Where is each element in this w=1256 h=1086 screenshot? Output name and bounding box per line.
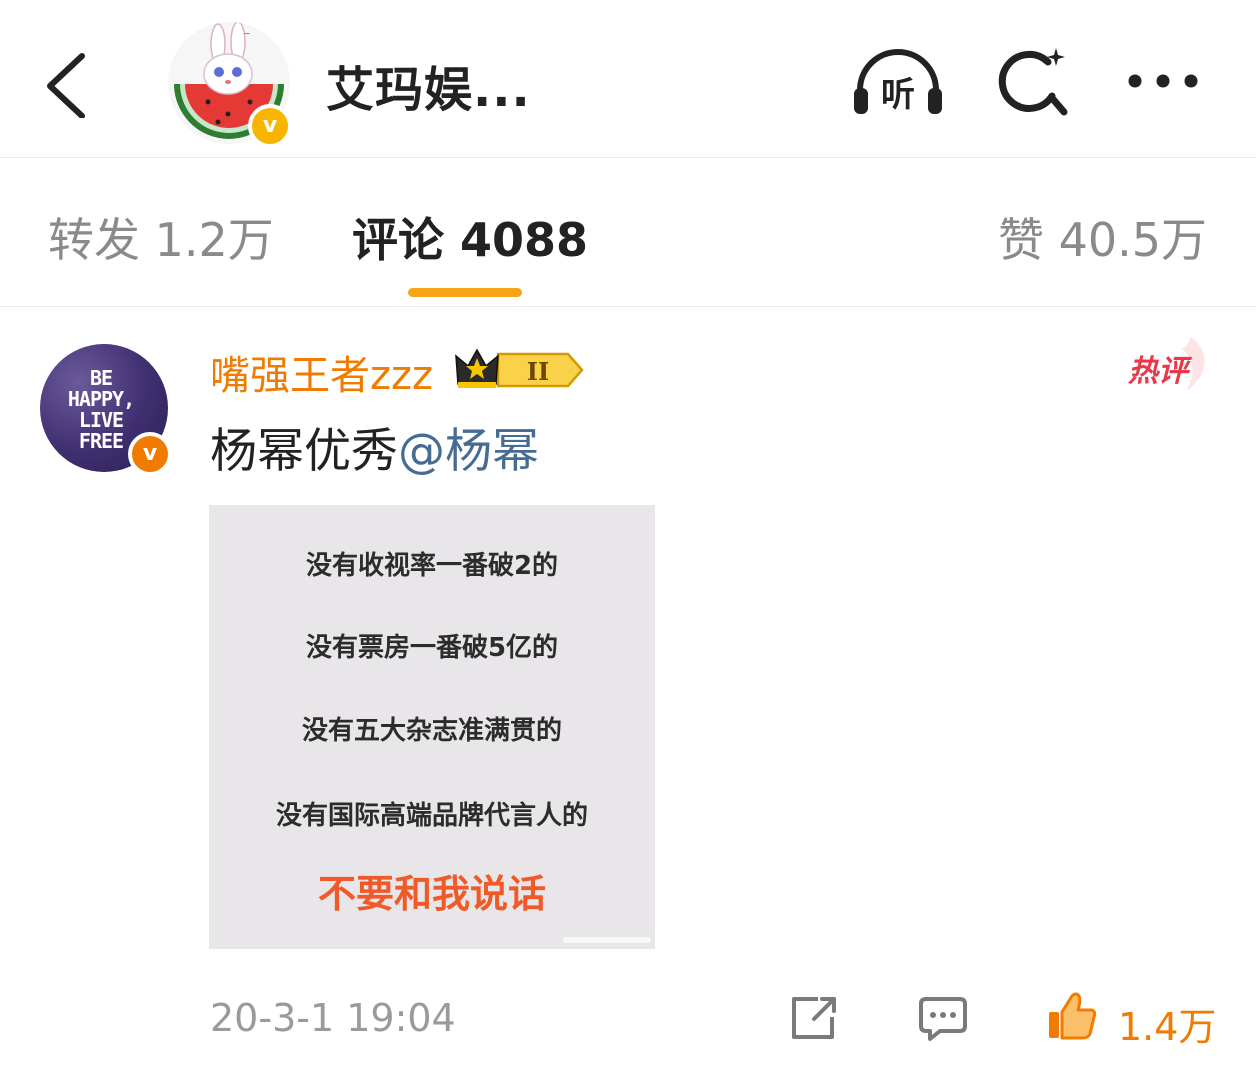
image-text-line: 没有收视率一番破2的 — [305, 551, 559, 581]
share-button[interactable] — [790, 995, 838, 1045]
comment-body: 杨幂优秀 — [210, 424, 398, 479]
verified-badge-icon: v — [248, 104, 292, 148]
more-dots-icon — [1128, 74, 1198, 88]
image-highlight-line: 不要和我说话 — [317, 872, 546, 916]
tab-bar: 转发 1.2万 评论 4088 赞 40.5万 — [0, 158, 1256, 307]
mention-link[interactable]: @杨幂 — [398, 424, 539, 479]
account-avatar[interactable]: ~ v — [168, 22, 292, 148]
search-button[interactable] — [996, 44, 1072, 124]
search-icon — [998, 48, 1068, 116]
level-badge: II — [454, 344, 586, 396]
active-tab-indicator — [408, 288, 522, 297]
like-count: 1.4万 — [1118, 1005, 1217, 1049]
comment-bubble-icon — [919, 997, 967, 1041]
listen-label: 听 — [881, 75, 915, 115]
share-icon — [792, 997, 836, 1039]
hot-label: 热评 — [1127, 354, 1193, 389]
back-arrow-icon — [47, 53, 85, 119]
crown-level-icon: II — [455, 348, 584, 388]
listen-button[interactable]: 听 — [852, 48, 944, 122]
image-text-line: 没有五大杂志准满贯的 — [301, 716, 562, 746]
like-button[interactable] — [1046, 990, 1098, 1046]
tab-comments[interactable]: 评论 4088 — [352, 204, 588, 270]
image-text-line: 没有国际高端品牌代言人的 — [275, 801, 588, 831]
avatar-text-line: FREE — [78, 429, 124, 453]
headphones-icon: 听 — [854, 49, 942, 115]
thumbs-up-icon — [1049, 992, 1097, 1040]
more-button[interactable] — [1126, 70, 1202, 96]
top-bar: ~ v 艾玛娱... 听 — [0, 0, 1256, 158]
avatar-text-line: LIVE — [78, 408, 124, 432]
commenter-username[interactable]: 嘴强王者zzz — [210, 343, 433, 401]
flame-icon: 热评 — [1127, 337, 1205, 391]
avatar-text-line: BE — [89, 366, 113, 390]
commenter-avatar[interactable]: BE HAPPY, LIVE FREE v — [40, 344, 172, 476]
comment-image[interactable]: 没有收视率一番破2的 没有票房一番破5亿的 没有五大杂志准满贯的 没有国际高端品… — [209, 505, 655, 949]
image-text-line: 没有票房一番破5亿的 — [305, 633, 559, 663]
hot-comment-badge: 热评 — [1120, 335, 1212, 399]
tab-likes[interactable]: 赞 40.5万 — [998, 204, 1207, 270]
verified-badge-icon: v — [128, 432, 172, 476]
reply-button[interactable] — [918, 996, 968, 1046]
comment-text: 杨幂优秀@杨幂 — [210, 412, 539, 481]
level-label: II — [527, 357, 549, 386]
back-button[interactable] — [38, 48, 98, 119]
svg-text:~: ~ — [244, 29, 251, 38]
watermark-icon — [563, 937, 651, 943]
tab-reposts[interactable]: 转发 1.2万 — [48, 204, 274, 270]
comment-timestamp: 20-3-1 19:04 — [210, 996, 456, 1040]
avatar-text-line: HAPPY, — [67, 387, 135, 411]
page-title: 艾玛娱... — [326, 62, 531, 118]
